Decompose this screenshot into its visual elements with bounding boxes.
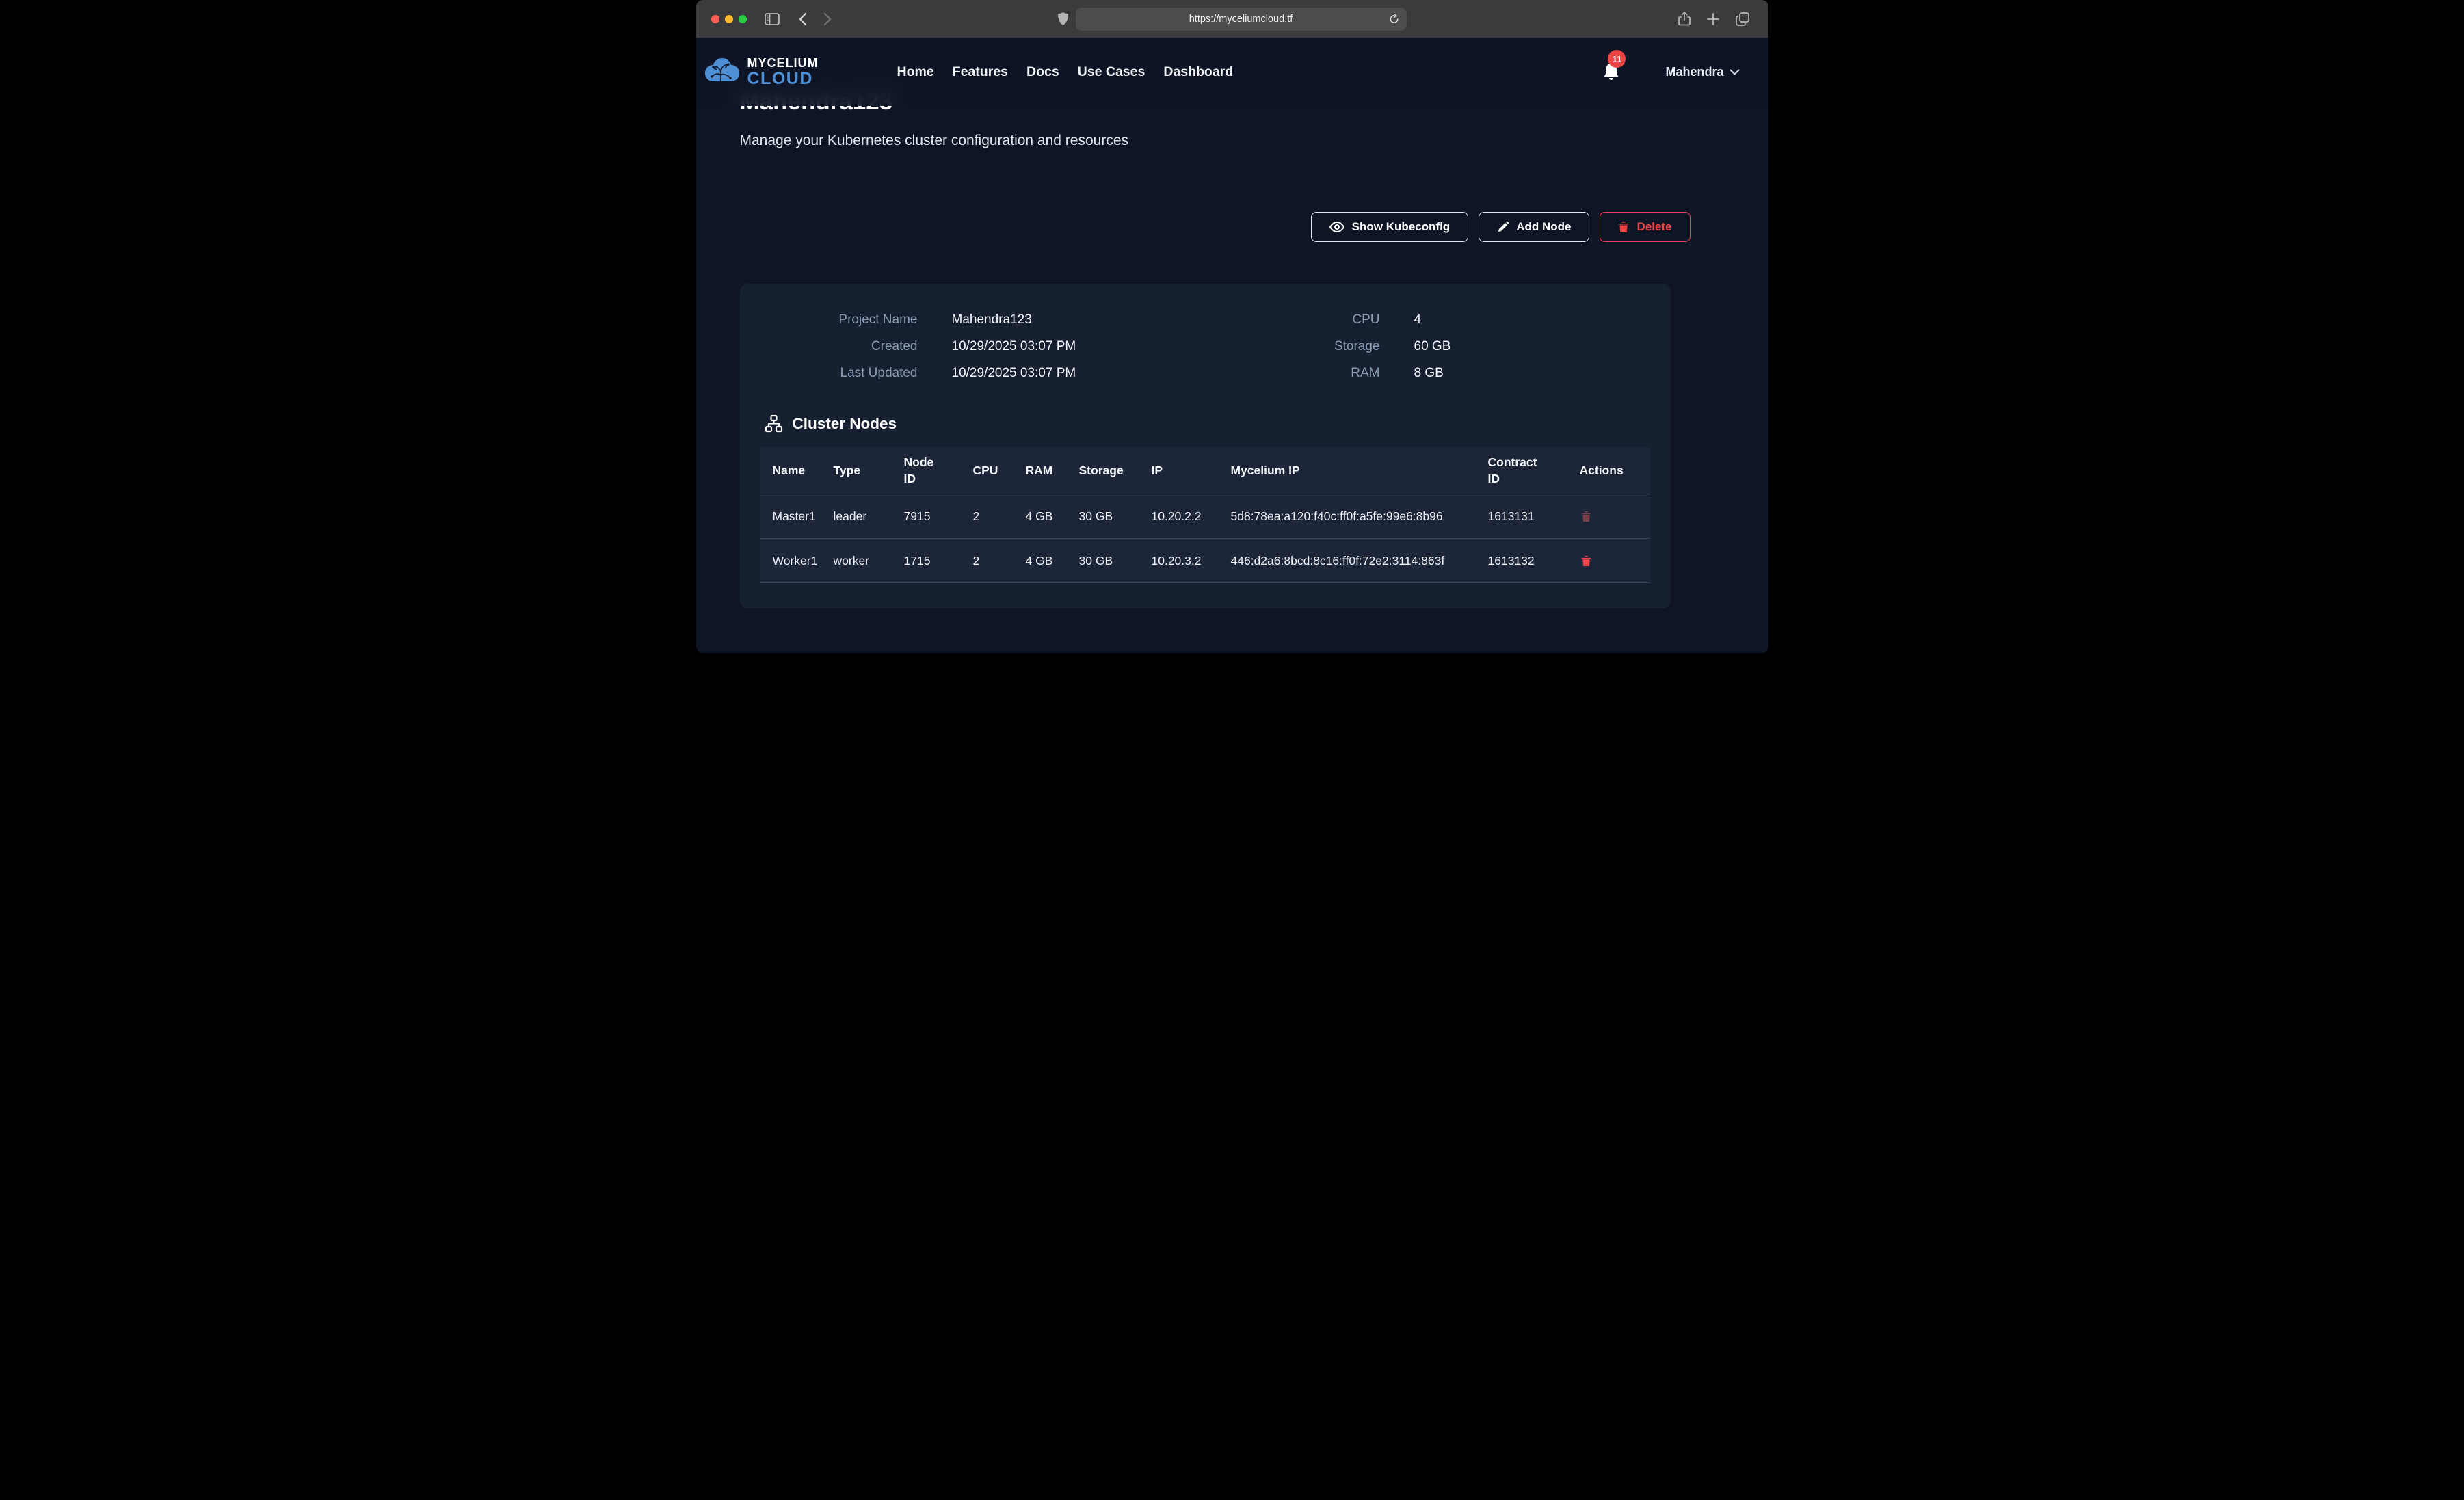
traffic-lights — [711, 15, 747, 23]
col-contract-id: Contract ID — [1488, 448, 1580, 494]
cell-node-id: 7915 — [904, 494, 973, 539]
user-menu[interactable]: Mahendra — [1665, 65, 1739, 79]
delete-node-button[interactable] — [1580, 554, 1593, 568]
col-mycelium-ip: Mycelium IP — [1231, 448, 1488, 494]
info-row-ram: RAM 8 GB — [1198, 366, 1451, 381]
ram-value: 8 GB — [1414, 366, 1444, 381]
last-updated-label: Last Updated — [760, 366, 918, 381]
cell-ip: 10.20.3.2 — [1152, 539, 1231, 583]
cell-name: Master1 — [760, 494, 834, 539]
minimize-window-button[interactable] — [725, 15, 733, 23]
col-storage: Storage — [1079, 448, 1152, 494]
mycelium-cloud-logo-icon — [703, 55, 741, 89]
trash-icon — [1618, 221, 1629, 233]
cell-type: leader — [834, 494, 904, 539]
sidebar-toggle-icon[interactable] — [765, 13, 780, 25]
forward-button-icon[interactable] — [823, 12, 832, 26]
table-row-master1: Master1 leader 7915 2 4 GB 30 GB 10.20.2… — [760, 494, 1650, 539]
show-kubeconfig-button[interactable]: Show Kubeconfig — [1311, 212, 1469, 242]
cell-ip: 10.20.2.2 — [1152, 494, 1231, 539]
reload-icon[interactable] — [1389, 14, 1399, 25]
delete-node-button[interactable] — [1580, 509, 1593, 524]
chevron-down-icon — [1730, 69, 1740, 75]
cluster-actions: Show Kubeconfig Add Node — [740, 212, 1725, 242]
delete-cluster-button[interactable]: Delete — [1600, 212, 1690, 242]
storage-label: Storage — [1198, 339, 1380, 354]
project-name-value: Mahendra123 — [952, 312, 1032, 327]
brand-logo[interactable]: MYCELIUM CLOUD — [703, 55, 819, 89]
address-bar[interactable]: https://myceliumcloud.tf — [1076, 8, 1407, 31]
col-name: Name — [760, 448, 834, 494]
notifications-bell-icon[interactable]: 11 — [1602, 62, 1620, 81]
last-updated-value: 10/29/2025 03:07 PM — [952, 366, 1076, 381]
project-name-label: Project Name — [760, 312, 918, 327]
main-nav: Home Features Docs Use Cases Dashboard — [897, 64, 1234, 80]
url-text: https://myceliumcloud.tf — [1189, 14, 1293, 25]
cell-contract-id: 1613131 — [1488, 494, 1580, 539]
created-label: Created — [760, 339, 918, 354]
cluster-details-card: Project Name Mahendra123 Created 10/29/2… — [740, 284, 1671, 608]
brand-name-bottom: CLOUD — [747, 70, 819, 88]
close-window-button[interactable] — [711, 15, 719, 23]
nodes-table: Name Type Node ID CPU RAM Storage IP Myc… — [760, 448, 1650, 583]
info-row-created: Created 10/29/2025 03:07 PM — [760, 339, 1198, 354]
pencil-icon — [1497, 222, 1509, 233]
zoom-window-button[interactable] — [739, 15, 747, 23]
add-node-label: Add Node — [1516, 220, 1571, 234]
cell-name: Worker1 — [760, 539, 834, 583]
col-type: Type — [834, 448, 904, 494]
nodes-table-header: Name Type Node ID CPU RAM Storage IP Myc… — [760, 448, 1650, 494]
new-tab-icon[interactable] — [1707, 13, 1719, 25]
add-node-button[interactable]: Add Node — [1479, 212, 1589, 242]
cell-mycelium-ip: 5d8:78ea:a120:f40c:ff0f:a5fe:99e6:8b96 — [1231, 494, 1488, 539]
cell-ram: 4 GB — [1026, 494, 1079, 539]
cell-storage: 30 GB — [1079, 494, 1152, 539]
page-subtitle: Manage your Kubernetes cluster configura… — [740, 131, 1725, 150]
cpu-label: CPU — [1198, 312, 1380, 327]
ram-label: RAM — [1198, 366, 1380, 381]
nav-link-home[interactable]: Home — [897, 64, 934, 80]
cell-contract-id: 1613132 — [1488, 539, 1580, 583]
cell-ram: 4 GB — [1026, 539, 1079, 583]
tab-overview-icon[interactable] — [1736, 12, 1749, 26]
brand-name-top: MYCELIUM — [747, 57, 819, 69]
cluster-nodes-title: Cluster Nodes — [793, 415, 897, 433]
cpu-value: 4 — [1414, 312, 1422, 327]
col-ram: RAM — [1026, 448, 1079, 494]
cell-storage: 30 GB — [1079, 539, 1152, 583]
privacy-shield-icon[interactable] — [1058, 12, 1068, 25]
cell-cpu: 2 — [973, 494, 1026, 539]
notification-count-badge: 11 — [1608, 50, 1626, 68]
browser-window: https://myceliumcloud.tf — [696, 0, 1768, 653]
page-content: Mahendra123 Manage your Kubernetes clust… — [696, 38, 1768, 653]
site-header: MYCELIUM CLOUD Home Features Docs Use Ca… — [696, 38, 1768, 106]
eye-icon — [1329, 222, 1344, 232]
nav-link-docs[interactable]: Docs — [1026, 64, 1059, 80]
cluster-nodes-icon — [765, 414, 783, 433]
cell-cpu: 2 — [973, 539, 1026, 583]
info-row-project-name: Project Name Mahendra123 — [760, 312, 1198, 327]
col-node-id: Node ID — [904, 448, 973, 494]
nav-link-features[interactable]: Features — [953, 64, 1008, 80]
info-row-cpu: CPU 4 — [1198, 312, 1451, 327]
info-row-last-updated: Last Updated 10/29/2025 03:07 PM — [760, 366, 1198, 381]
browser-toolbar: https://myceliumcloud.tf — [696, 0, 1768, 38]
share-icon[interactable] — [1678, 12, 1691, 26]
col-ip: IP — [1152, 448, 1231, 494]
cell-type: worker — [834, 539, 904, 583]
back-button-icon[interactable] — [799, 12, 807, 26]
col-actions: Actions — [1580, 448, 1650, 494]
show-kubeconfig-label: Show Kubeconfig — [1352, 220, 1450, 234]
nav-link-dashboard[interactable]: Dashboard — [1163, 64, 1233, 80]
cell-node-id: 1715 — [904, 539, 973, 583]
nav-link-use-cases[interactable]: Use Cases — [1078, 64, 1145, 80]
table-row-worker1: Worker1 worker 1715 2 4 GB 30 GB 10.20.3… — [760, 539, 1650, 583]
user-name: Mahendra — [1665, 65, 1723, 79]
info-row-storage: Storage 60 GB — [1198, 339, 1451, 354]
col-cpu: CPU — [973, 448, 1026, 494]
storage-value: 60 GB — [1414, 339, 1451, 354]
created-value: 10/29/2025 03:07 PM — [952, 339, 1076, 354]
delete-label: Delete — [1637, 220, 1671, 234]
cell-mycelium-ip: 446:d2a6:8bcd:8c16:ff0f:72e2:3114:863f — [1231, 539, 1488, 583]
